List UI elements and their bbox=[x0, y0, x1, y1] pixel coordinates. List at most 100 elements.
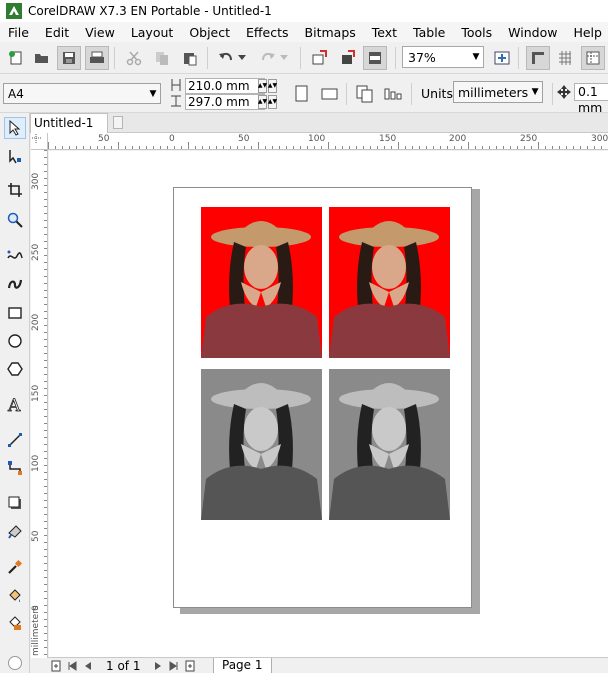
menu-table[interactable]: Table bbox=[405, 25, 453, 40]
insert-page-after-button[interactable] bbox=[182, 659, 198, 673]
import-button[interactable] bbox=[307, 46, 331, 70]
undo-dropdown[interactable] bbox=[236, 46, 248, 70]
parallel-dimension-tool[interactable] bbox=[4, 429, 26, 451]
copy-icon bbox=[156, 52, 168, 65]
redo-dropdown[interactable] bbox=[278, 46, 290, 70]
vruler-label: 200 bbox=[31, 313, 41, 331]
eyedropper-tool[interactable] bbox=[4, 556, 26, 578]
hruler-label: 250 bbox=[520, 134, 538, 144]
portrait-button[interactable] bbox=[290, 82, 314, 106]
artistic-media-tool[interactable] bbox=[4, 273, 26, 295]
show-rulers-button[interactable] bbox=[526, 46, 550, 70]
menu-layout[interactable]: Layout bbox=[123, 25, 182, 40]
new-document-button[interactable] bbox=[4, 46, 28, 70]
zoom-tool[interactable] bbox=[4, 209, 26, 231]
menu-bitmaps[interactable]: Bitmaps bbox=[297, 25, 364, 40]
previous-page-icon bbox=[85, 661, 91, 670]
menu-bar: File Edit View Layout Object Effects Bit… bbox=[0, 22, 608, 42]
ellipse-tool[interactable] bbox=[4, 330, 26, 352]
photo-grayscale-1[interactable] bbox=[201, 369, 322, 520]
document-tab-bar: Untitled-1 bbox=[30, 113, 608, 133]
menu-file[interactable]: File bbox=[0, 25, 37, 40]
menu-help[interactable]: Help bbox=[565, 25, 608, 40]
paste-button[interactable] bbox=[178, 46, 202, 70]
vruler-label: 250 bbox=[31, 243, 41, 261]
show-guidelines-button[interactable] bbox=[581, 46, 605, 70]
page-tab[interactable]: Page 1 bbox=[213, 658, 272, 673]
copy-button[interactable] bbox=[150, 46, 174, 70]
connector-tool[interactable] bbox=[4, 457, 26, 479]
document-page[interactable] bbox=[173, 187, 472, 608]
chevron-down-icon: ▼ bbox=[531, 87, 539, 97]
last-page-button[interactable] bbox=[166, 659, 182, 673]
height-spinner[interactable]: ▲▼ bbox=[258, 95, 267, 109]
shape-tool-icon bbox=[9, 150, 21, 164]
landscape-button[interactable] bbox=[318, 82, 342, 106]
full-screen-icon bbox=[494, 51, 510, 65]
units-select[interactable]: millimeters ▼ bbox=[453, 81, 543, 103]
drop-shadow-tool[interactable] bbox=[4, 492, 26, 514]
show-grid-button[interactable] bbox=[553, 46, 577, 70]
add-page-icon bbox=[51, 660, 61, 671]
menu-window[interactable]: Window bbox=[500, 25, 565, 40]
first-page-button[interactable] bbox=[64, 659, 80, 673]
rectangle-tool[interactable] bbox=[4, 302, 26, 324]
insert-page-before-button[interactable] bbox=[48, 659, 64, 673]
horizontal-ruler[interactable]: 50 0 50 100 150 200 250 300 bbox=[48, 133, 608, 150]
menu-edit[interactable]: Edit bbox=[37, 25, 77, 40]
ellipse-icon bbox=[8, 334, 22, 348]
cut-button[interactable] bbox=[122, 46, 146, 70]
next-page-button[interactable] bbox=[150, 659, 166, 673]
crop-tool[interactable] bbox=[4, 179, 26, 201]
photo-color-2[interactable] bbox=[329, 207, 450, 358]
print-button[interactable] bbox=[85, 46, 109, 70]
menu-view[interactable]: View bbox=[77, 25, 123, 40]
page-width-field[interactable]: 210.0 mm bbox=[185, 78, 265, 94]
paper-size-value: A4 bbox=[8, 86, 24, 101]
artistic-media-icon bbox=[7, 279, 23, 289]
photo-grayscale-2[interactable] bbox=[329, 369, 450, 520]
freehand-tool[interactable] bbox=[4, 245, 26, 267]
portrait-icon bbox=[295, 85, 308, 102]
transparency-tool[interactable] bbox=[4, 520, 26, 542]
photo-color-1[interactable] bbox=[201, 207, 322, 358]
all-pages-button[interactable] bbox=[353, 82, 377, 106]
document-tab[interactable]: Untitled-1 bbox=[30, 113, 108, 133]
ruler-origin[interactable] bbox=[31, 133, 48, 150]
eyedropper-icon bbox=[8, 559, 23, 574]
width-lock-spinner[interactable]: ▲▼ bbox=[268, 79, 277, 93]
hruler-label: 50 bbox=[98, 134, 110, 144]
add-tool-button[interactable] bbox=[4, 652, 26, 673]
redo-button[interactable] bbox=[256, 46, 280, 70]
text-tool[interactable]: A bbox=[4, 394, 26, 416]
publish-pdf-button[interactable] bbox=[363, 46, 387, 70]
smart-fill-tool[interactable] bbox=[4, 612, 26, 634]
pick-tool[interactable] bbox=[4, 117, 26, 139]
nudge-distance-field[interactable]: 0.1 mm bbox=[574, 83, 608, 115]
undo-button[interactable] bbox=[214, 46, 238, 70]
menu-object[interactable]: Object bbox=[181, 25, 238, 40]
save-button[interactable] bbox=[57, 46, 81, 70]
first-page-icon bbox=[68, 660, 77, 671]
export-button[interactable] bbox=[336, 46, 360, 70]
shape-tool[interactable] bbox=[4, 145, 26, 167]
open-button[interactable] bbox=[30, 46, 54, 70]
menu-effects[interactable]: Effects bbox=[238, 25, 297, 40]
width-spinner[interactable]: ▲▼ bbox=[258, 79, 267, 93]
height-lock-spinner[interactable]: ▲▼ bbox=[268, 95, 277, 109]
menu-text[interactable]: Text bbox=[364, 25, 405, 40]
vertical-ruler[interactable]: 300 250 200 150 100 50 0 millimeters bbox=[31, 150, 48, 658]
new-tab-button[interactable] bbox=[113, 116, 123, 129]
current-page-button[interactable] bbox=[381, 82, 405, 106]
menu-tools[interactable]: Tools bbox=[453, 25, 500, 40]
interactive-fill-tool[interactable] bbox=[4, 584, 26, 606]
zoom-level-select[interactable]: 37% ▼ bbox=[402, 46, 484, 68]
chevron-down-icon bbox=[238, 55, 246, 60]
paste-icon bbox=[184, 53, 197, 66]
page-height-field[interactable]: 297.0 mm bbox=[185, 94, 265, 110]
polygon-tool[interactable] bbox=[4, 358, 26, 380]
redo-icon bbox=[262, 52, 275, 61]
full-screen-button[interactable] bbox=[490, 46, 514, 70]
previous-page-button[interactable] bbox=[80, 659, 96, 673]
paper-size-select[interactable]: A4 ▼ bbox=[3, 83, 161, 104]
